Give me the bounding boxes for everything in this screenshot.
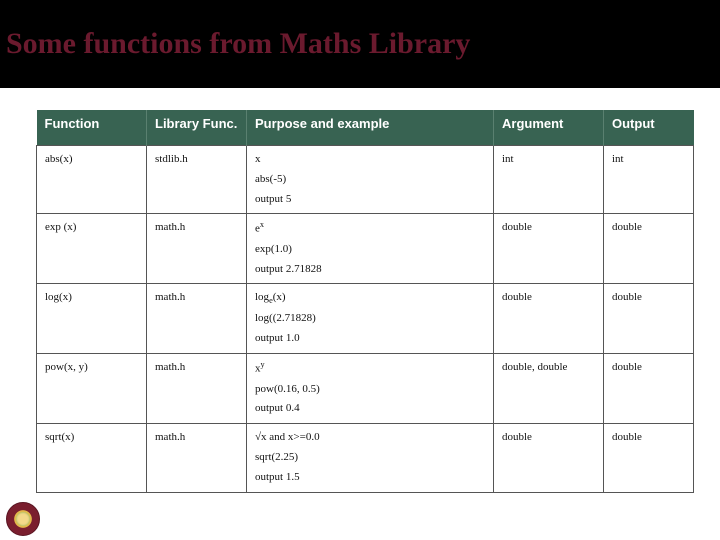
- institution-logo-icon: [6, 502, 40, 536]
- header-lib: Library Func.: [147, 110, 247, 146]
- table-row: sqrt(x)math.h√x and x>=0.0sqrt(2.25)outp…: [37, 424, 694, 492]
- cell-lib: math.h: [147, 424, 247, 492]
- cell-lib: math.h: [147, 214, 247, 284]
- cell-lib: math.h: [147, 284, 247, 354]
- cell-argument: double: [494, 284, 604, 354]
- cell-purpose: exexp(1.0)output 2.71828: [247, 214, 494, 284]
- cell-output: double: [604, 354, 694, 424]
- cell-output: double: [604, 214, 694, 284]
- table-container: Function Library Func. Purpose and examp…: [0, 88, 720, 493]
- cell-purpose: loge(x)log((2.71828)output 1.0: [247, 284, 494, 354]
- cell-function: sqrt(x): [37, 424, 147, 492]
- functions-table: Function Library Func. Purpose and examp…: [36, 110, 694, 493]
- header-purpose: Purpose and example: [247, 110, 494, 146]
- cell-lib: stdlib.h: [147, 146, 247, 214]
- header-function: Function: [37, 110, 147, 146]
- cell-function: log(x): [37, 284, 147, 354]
- header-output: Output: [604, 110, 694, 146]
- cell-output: int: [604, 146, 694, 214]
- header-argument: Argument: [494, 110, 604, 146]
- cell-function: pow(x, y): [37, 354, 147, 424]
- cell-argument: double: [494, 214, 604, 284]
- cell-output: double: [604, 284, 694, 354]
- table-row: abs(x)stdlib.hxabs(-5)output 5intint: [37, 146, 694, 214]
- cell-output: double: [604, 424, 694, 492]
- cell-argument: int: [494, 146, 604, 214]
- table-row: pow(x, y)math.hxypow(0.16, 0.5)output 0.…: [37, 354, 694, 424]
- cell-purpose: √x and x>=0.0sqrt(2.25)output 1.5: [247, 424, 494, 492]
- cell-function: abs(x): [37, 146, 147, 214]
- cell-lib: math.h: [147, 354, 247, 424]
- slide-title: Some functions from Maths Library: [6, 27, 470, 61]
- cell-function: exp (x): [37, 214, 147, 284]
- title-band: Some functions from Maths Library: [0, 0, 720, 88]
- table-row: exp (x)math.hexexp(1.0)output 2.71828dou…: [37, 214, 694, 284]
- cell-purpose: xypow(0.16, 0.5)output 0.4: [247, 354, 494, 424]
- cell-argument: double: [494, 424, 604, 492]
- table-row: log(x)math.hloge(x)log((2.71828)output 1…: [37, 284, 694, 354]
- cell-purpose: xabs(-5)output 5: [247, 146, 494, 214]
- table-header-row: Function Library Func. Purpose and examp…: [37, 110, 694, 146]
- cell-argument: double, double: [494, 354, 604, 424]
